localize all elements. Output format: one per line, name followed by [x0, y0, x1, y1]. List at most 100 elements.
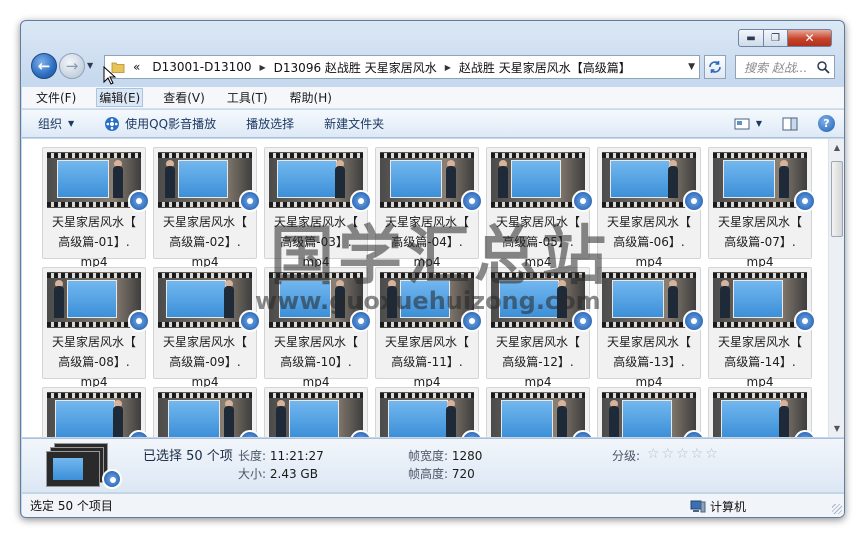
breadcrumb-item-3[interactable]: 赵战胜 天星家居风水【高级篇】 [459, 59, 631, 76]
breadcrumb-item-1[interactable]: D13001-D13100 [152, 60, 251, 74]
video-reel-icon [128, 190, 150, 212]
command-bar: 组织 ▼ 使用QQ影音播放 播放选择 新建文件夹 ▼ ? [22, 110, 844, 138]
selection-thumbnail [46, 443, 122, 489]
explorer-window: ▬ ❐ ✕ ← → ▼ « D13001-D13100 ▶ D13096 赵战胜… [20, 20, 845, 518]
file-tile[interactable] [375, 387, 483, 437]
address-overflow-chevron[interactable]: « [133, 60, 140, 74]
video-reel-icon [683, 310, 705, 332]
view-controls: ▼ ? [734, 115, 835, 132]
address-dropdown-icon[interactable]: ▼ [688, 62, 695, 72]
file-tile[interactable]: 天星家居风水【 高级篇-04】. mp4 [375, 147, 483, 269]
file-tile[interactable]: 天星家居风水【 高级篇-02】. mp4 [153, 147, 261, 269]
refresh-button[interactable] [704, 55, 726, 79]
video-reel-icon [128, 310, 150, 332]
video-reel-icon [239, 310, 261, 332]
video-thumbnail [47, 152, 141, 208]
rating-stars[interactable]: ☆☆☆☆☆ [647, 446, 720, 462]
file-tile[interactable] [153, 387, 261, 437]
file-name: 天星家居风水【 高级篇-10】. mp4 [273, 335, 358, 389]
file-tile[interactable]: 天星家居风水【 高级篇-10】. mp4 [264, 267, 372, 389]
video-thumbnail [713, 152, 807, 208]
scroll-up-icon[interactable]: ▲ [832, 143, 842, 152]
file-name: 天星家居风水【 高级篇-01】. mp4 [51, 215, 136, 269]
thumb-layer [46, 451, 100, 487]
video-thumbnail [380, 392, 474, 437]
video-thumbnail [269, 152, 363, 208]
file-name: 天星家居风水【 高级篇-13】. mp4 [606, 335, 691, 389]
change-view-icon[interactable] [734, 117, 750, 131]
file-name: 天星家居风水【 高级篇-11】. mp4 [384, 335, 469, 389]
help-icon[interactable]: ? [818, 115, 835, 132]
frame-width-value: 1280 [451, 449, 483, 463]
file-tile[interactable]: 天星家居风水【 高级篇-06】. mp4 [597, 147, 705, 269]
play-selection-button[interactable]: 播放选择 [246, 115, 294, 132]
video-thumbnail [158, 152, 252, 208]
search-placeholder: 搜索 赵战... [744, 60, 808, 75]
forward-button[interactable]: → [59, 53, 85, 79]
file-name: 天星家居风水【 高级篇-04】. mp4 [384, 215, 469, 269]
menu-file[interactable]: 文件(F) [34, 88, 78, 107]
video-reel-icon [794, 310, 816, 332]
scroll-down-icon[interactable]: ▼ [832, 424, 842, 433]
search-input[interactable]: 搜索 赵战... [735, 55, 835, 79]
video-thumbnail [47, 392, 141, 437]
video-reel-icon [350, 190, 372, 212]
menu-view[interactable]: 查看(V) [161, 88, 207, 107]
video-reel-icon [350, 310, 372, 332]
file-tile[interactable]: 天星家居风水【 高级篇-11】. mp4 [375, 267, 483, 389]
organize-button[interactable]: 组织 ▼ [38, 115, 74, 132]
file-tile[interactable]: 天星家居风水【 高级篇-12】. mp4 [486, 267, 594, 389]
file-tile[interactable]: 天星家居风水【 高级篇-01】. mp4 [42, 147, 150, 269]
minimize-button[interactable]: ▬ [738, 29, 764, 47]
recent-pages-dropdown-icon[interactable]: ▼ [87, 61, 93, 70]
file-tile[interactable]: 天星家居风水【 高级篇-13】. mp4 [597, 267, 705, 389]
rating-label: 分级: [612, 449, 641, 463]
back-button[interactable]: ← [31, 53, 57, 79]
frame-height-label: 帧高度: 720 [408, 467, 475, 481]
file-tile[interactable]: 天星家居风水【 高级篇-03】. mp4 [264, 147, 372, 269]
menu-bar: 文件(F) 编辑(E) 查看(V) 工具(T) 帮助(H) [22, 87, 844, 109]
mouse-cursor-icon [103, 66, 117, 85]
video-reel-icon [461, 190, 483, 212]
file-tile[interactable]: 天星家居风水【 高级篇-07】. mp4 [708, 147, 816, 269]
play-with-qq-button[interactable]: 使用QQ影音播放 [104, 115, 216, 132]
video-reel-icon [683, 190, 705, 212]
breadcrumb-arrow-icon[interactable]: ▶ [445, 63, 451, 72]
menu-tools[interactable]: 工具(T) [225, 88, 270, 107]
length-value: 11:21:27 [269, 449, 324, 463]
breadcrumb-item-2[interactable]: D13096 赵战胜 天星家居风水 [274, 59, 437, 76]
file-tile[interactable]: 天星家居风水【 高级篇-05】. mp4 [486, 147, 594, 269]
menu-edit[interactable]: 编辑(E) [96, 88, 144, 107]
resize-grip[interactable] [832, 504, 842, 514]
file-view[interactable]: 天星家居风水【 高级篇-01】. mp4 天星家居风水【 高级篇-02】. mp4 天星家居… [22, 139, 844, 437]
file-tile[interactable] [42, 387, 150, 437]
video-thumbnail [269, 392, 363, 437]
preview-pane-icon[interactable] [782, 117, 798, 131]
file-tile[interactable]: 天星家居风水【 高级篇-14】. mp4 [708, 267, 816, 389]
maximize-button[interactable]: ❐ [764, 29, 788, 47]
menu-help[interactable]: 帮助(H) [288, 88, 334, 107]
vertical-scrollbar[interactable]: ▲ ▼ [828, 139, 844, 437]
new-folder-button[interactable]: 新建文件夹 [324, 115, 384, 132]
close-button[interactable]: ✕ [788, 29, 832, 47]
file-name: 天星家居风水【 高级篇-12】. mp4 [495, 335, 580, 389]
scroll-thumb[interactable] [831, 161, 843, 237]
play-with-qq-label: 使用QQ影音播放 [125, 117, 217, 131]
frame-width-label: 帧宽度: 1280 [408, 449, 483, 463]
view-dropdown-icon[interactable]: ▼ [756, 119, 762, 128]
file-tile[interactable] [597, 387, 705, 437]
breadcrumb-arrow-icon[interactable]: ▶ [260, 63, 266, 72]
details-pane: 已选择 50 个项 长度: 11:21:27 大小: 2.43 GB 帧宽度: … [22, 438, 844, 492]
file-name: 天星家居风水【 高级篇-06】. mp4 [606, 215, 691, 269]
video-thumbnail [47, 272, 141, 328]
file-tile[interactable] [708, 387, 816, 437]
video-thumbnail [269, 272, 363, 328]
address-bar[interactable]: « D13001-D13100 ▶ D13096 赵战胜 天星家居风水 ▶ 赵战… [104, 55, 700, 79]
file-tile[interactable] [486, 387, 594, 437]
video-thumbnail [380, 272, 474, 328]
file-tile[interactable]: 天星家居风水【 高级篇-09】. mp4 [153, 267, 261, 389]
file-tile[interactable]: 天星家居风水【 高级篇-08】. mp4 [42, 267, 150, 389]
file-tile[interactable] [264, 387, 372, 437]
search-icon[interactable] [816, 60, 830, 74]
video-thumbnail [602, 272, 696, 328]
